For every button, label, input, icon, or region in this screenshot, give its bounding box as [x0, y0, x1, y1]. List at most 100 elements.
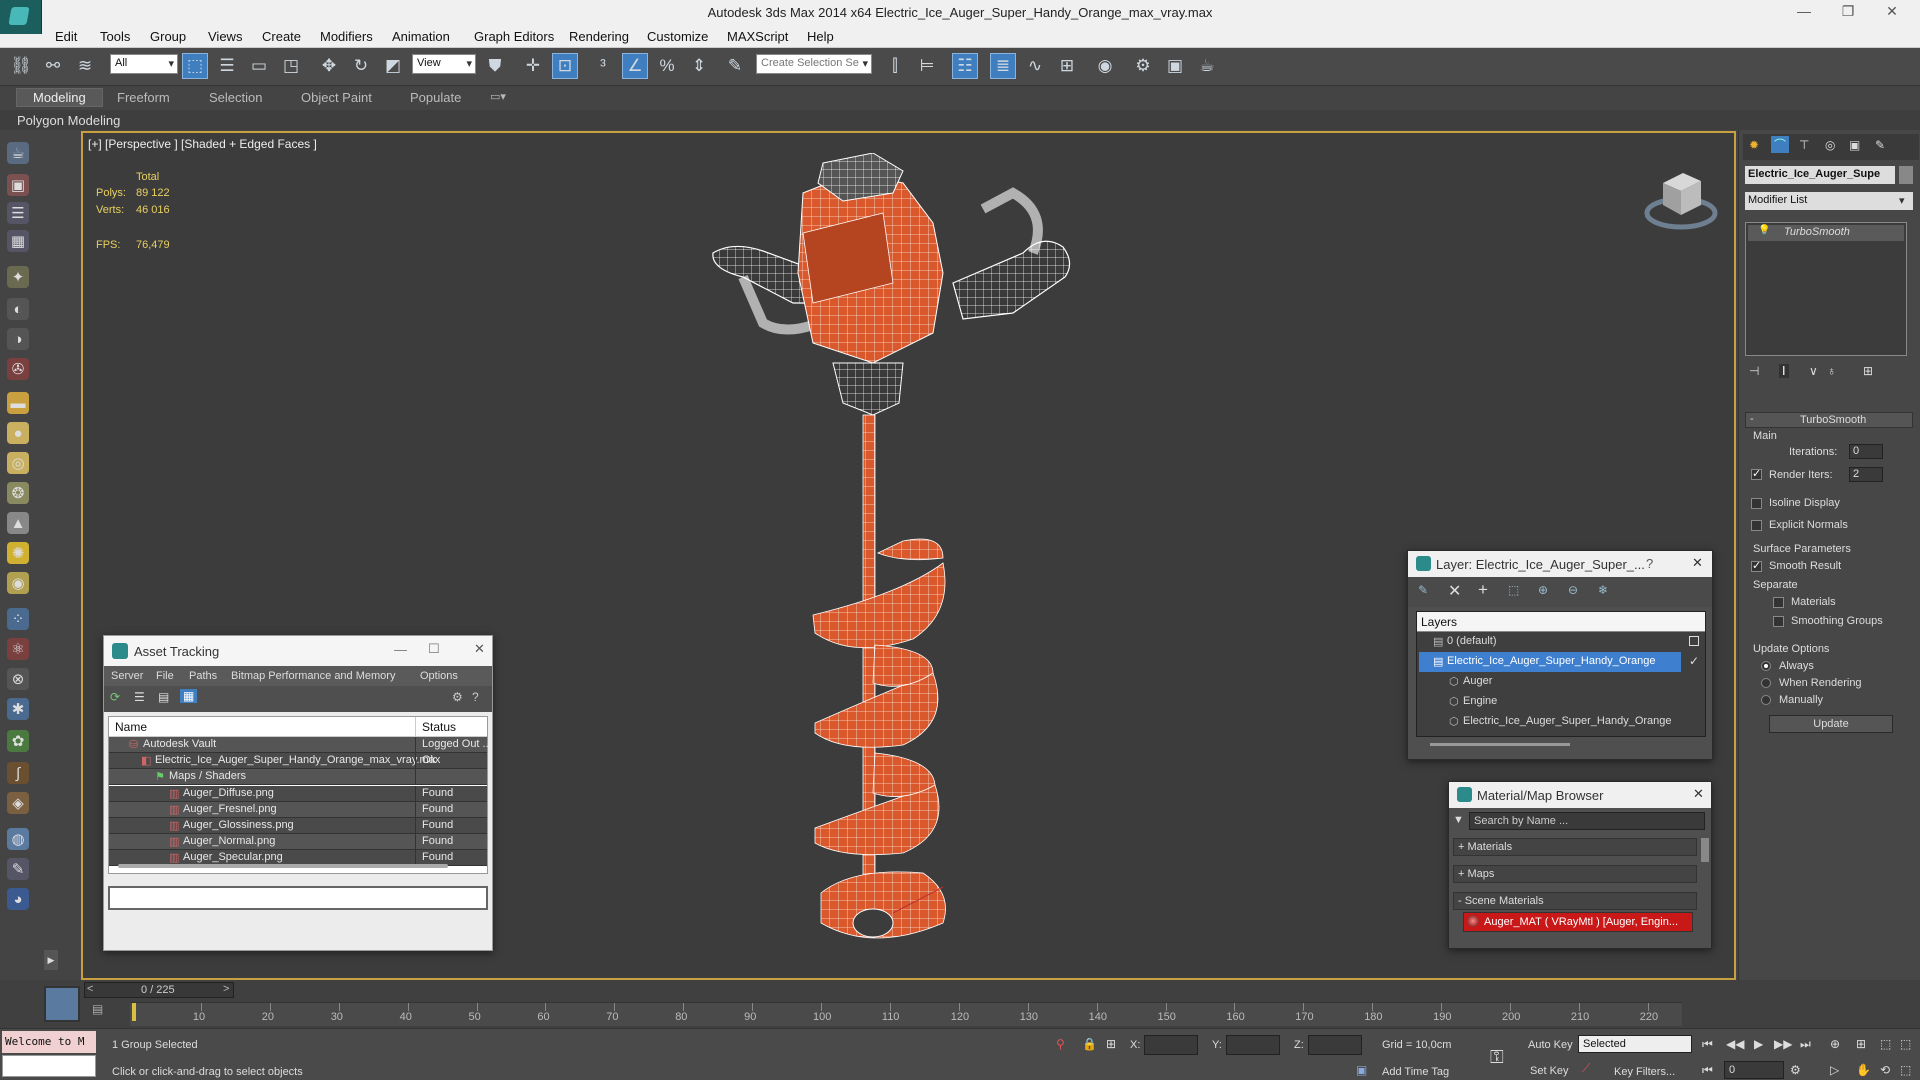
play-icon[interactable]: ▶ — [1754, 1037, 1763, 1051]
angle-snap-icon[interactable]: ∠ — [622, 53, 648, 79]
key-filters-button[interactable]: Key Filters... — [1614, 1066, 1675, 1078]
lock-icon[interactable]: 🔒 — [1082, 1037, 1097, 1051]
geosphere-icon[interactable]: ❂ — [7, 482, 29, 504]
zoom-extents-all-icon[interactable]: ⬚ — [1900, 1037, 1911, 1051]
pin-stack-icon[interactable]: ⊣ — [1749, 364, 1759, 378]
mmb-materials-group[interactable]: + Materials — [1453, 838, 1697, 856]
menu-maxscript[interactable]: MAXScript — [727, 29, 788, 44]
wrap-icon[interactable]: ◈ — [7, 792, 29, 814]
object-color-swatch[interactable] — [1899, 166, 1913, 184]
pan-icon[interactable]: ✋ — [1856, 1063, 1871, 1077]
absolute-mode-icon[interactable]: ⊞ — [1106, 1037, 1116, 1051]
at-minimize-icon[interactable]: — — [394, 642, 407, 657]
asset-tracking-titlebar[interactable]: Asset Tracking — ☐ ✕ — [104, 636, 492, 666]
mmb-titlebar[interactable]: Material/Map Browser ✕ — [1449, 782, 1711, 808]
at-menu-bitmap[interactable]: Bitmap Performance and Memory — [231, 670, 395, 682]
box-icon[interactable]: ▬ — [7, 392, 29, 414]
scale-icon[interactable]: ◩ — [380, 53, 406, 79]
track-bar-icon[interactable]: ▤ — [92, 1002, 112, 1022]
menu-rendering[interactable]: Rendering — [569, 29, 629, 44]
layer-freeze-icon[interactable]: ❄ — [1598, 583, 1608, 597]
grid-icon[interactable]: ▦ — [7, 230, 29, 252]
render-iters-checkbox[interactable] — [1751, 467, 1762, 480]
col-name-header[interactable]: Name — [115, 720, 147, 734]
show-end-result-icon[interactable]: Ⅰ — [1779, 364, 1789, 378]
layer-highlight-icon[interactable]: ⊕ — [1538, 583, 1548, 597]
percent-snap-icon[interactable]: % — [654, 53, 680, 79]
render-production-icon[interactable]: ☕ — [1194, 53, 1220, 79]
reference-coordinate-dropdown[interactable]: View — [412, 54, 476, 74]
always-radio[interactable] — [1761, 661, 1771, 671]
layer-row-engine[interactable]: ⬡ Engine — [1417, 692, 1705, 712]
camera-icon[interactable]: ◐ — [7, 298, 29, 320]
menu-views[interactable]: Views — [208, 29, 242, 44]
particles-icon[interactable]: ⁘ — [7, 608, 29, 630]
turbosmooth-rollout-header[interactable]: - TurboSmooth — [1745, 412, 1913, 428]
hair-icon[interactable]: ∫ — [7, 762, 29, 784]
teapot-icon[interactable]: ☕ — [7, 142, 29, 164]
maximize-button[interactable]: ❐ — [1834, 3, 1862, 20]
menu-create[interactable]: Create — [262, 29, 301, 44]
display-tab-icon[interactable]: ▣ — [1849, 138, 1860, 152]
scene-explorer-icon[interactable]: ☷ — [952, 53, 978, 79]
layer-new-icon[interactable]: ✎ — [1418, 583, 1428, 597]
schematic-view-icon[interactable]: ⊞ — [1054, 53, 1080, 79]
time-marker[interactable] — [132, 1003, 136, 1021]
system-icon[interactable]: ✇ — [7, 358, 29, 380]
configure-sets-icon[interactable]: ⊞ — [1863, 364, 1873, 378]
isolate-icon[interactable]: ⚲ — [1056, 1037, 1065, 1051]
prev-frame-icon[interactable]: < — [87, 983, 93, 995]
mini-listener-icon[interactable] — [44, 986, 80, 1022]
layer-window-titlebar[interactable]: Layer: Electric_Ice_Auger_Super_... ? ✕ — [1408, 551, 1712, 577]
select-by-name-icon[interactable]: ☰ — [214, 53, 240, 79]
smooth-result-checkbox[interactable] — [1751, 559, 1762, 572]
window-crossing-icon[interactable]: ◳ — [278, 53, 304, 79]
menu-group[interactable]: Group — [150, 29, 186, 44]
at-thumb-icon[interactable]: ▤ — [158, 690, 169, 704]
smoothing-groups-checkbox[interactable] — [1773, 616, 1784, 627]
layer-help-icon[interactable]: ? — [1646, 556, 1653, 571]
mmb-options-icon[interactable]: ▼ — [1453, 814, 1464, 826]
layer-row-default[interactable]: ▤ 0 (default) — [1417, 632, 1705, 652]
mmb-search-input[interactable]: Search by Name ... — [1469, 812, 1705, 830]
layer-select-icon[interactable]: ⬚ — [1508, 583, 1519, 597]
layer-row-auger-group[interactable]: ▤ Electric_Ice_Auger_Super_Handy_Orange — [1419, 652, 1681, 672]
compound-icon[interactable]: ⊗ — [7, 668, 29, 690]
menu-modifiers[interactable]: Modifiers — [320, 29, 373, 44]
asset-row[interactable]: ▥ Auger_Fresnel.png Found — [109, 801, 487, 818]
unlink-icon[interactable]: ⚯ — [40, 53, 66, 79]
tab-object-paint[interactable]: Object Paint — [301, 90, 372, 105]
rendered-frame-window-icon[interactable]: ▣ — [1162, 53, 1188, 79]
asset-hscroll[interactable] — [118, 864, 448, 868]
x-coord-field[interactable] — [1144, 1035, 1198, 1055]
menu-graph-editors[interactable]: Graph Editors — [474, 29, 554, 44]
menu-edit[interactable]: Edit — [55, 29, 77, 44]
asset-path-field[interactable] — [108, 886, 488, 910]
utilities-tab-icon[interactable]: ✎ — [1875, 138, 1885, 152]
materials-checkbox[interactable] — [1773, 597, 1784, 608]
select-and-link-icon[interactable]: ⛓ — [8, 53, 34, 79]
cone-icon[interactable]: ▲ — [7, 512, 29, 534]
layer-row-auger[interactable]: ⬡ Auger — [1417, 672, 1705, 692]
motion-tab-icon[interactable]: ◎ — [1825, 138, 1835, 152]
z-coord-field[interactable] — [1308, 1035, 1362, 1055]
create-tab-icon[interactable]: ✹ — [1749, 138, 1759, 152]
move-icon[interactable]: ✥ — [316, 53, 342, 79]
at-menu-file[interactable]: File — [156, 670, 174, 682]
iterations-spinner[interactable]: 0 — [1849, 444, 1883, 459]
key-mode-icon[interactable]: ⏮ — [1702, 1063, 1713, 1078]
menu-animation[interactable]: Animation — [392, 29, 450, 44]
render-iters-spinner[interactable]: 2 — [1849, 467, 1883, 482]
pivot-center-icon[interactable]: ⛊ — [482, 53, 508, 79]
edit-named-selection-icon[interactable]: ✎ — [722, 53, 748, 79]
selection-filter-dropdown[interactable]: All — [110, 54, 178, 74]
sun-icon[interactable]: ✺ — [7, 542, 29, 564]
material-editor-icon[interactable]: ◉ — [1092, 53, 1118, 79]
close-button[interactable]: ✕ — [1878, 3, 1906, 20]
layer-row-group-object[interactable]: ⬡ Electric_Ice_Auger_Super_Handy_Orange — [1417, 712, 1705, 732]
field-of-view-icon[interactable]: ▷ — [1830, 1063, 1839, 1077]
asset-row[interactable]: ▥ Auger_Diffuse.png Found — [109, 785, 487, 802]
script-icon[interactable]: ✎ — [7, 858, 29, 880]
tab-populate[interactable]: Populate — [410, 90, 461, 105]
layer-delete-icon[interactable]: ✕ — [1448, 581, 1461, 601]
